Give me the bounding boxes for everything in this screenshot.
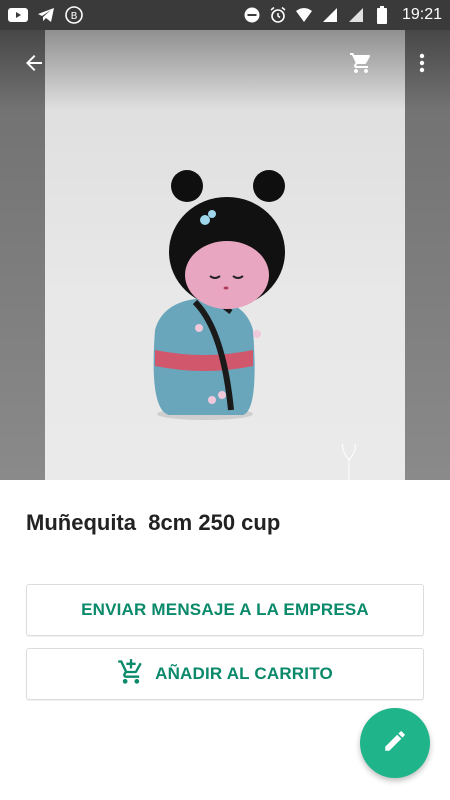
signal-icon — [320, 5, 340, 25]
send-message-label: ENVIAR MENSAJE A LA EMPRESA — [81, 600, 369, 619]
product-image-area — [0, 30, 450, 480]
more-options-button[interactable] — [402, 45, 442, 85]
add-shopping-cart-icon — [117, 658, 145, 691]
status-bar: B 19:21 — [0, 0, 450, 30]
more-vert-icon — [410, 51, 434, 80]
arrow-left-icon — [22, 51, 46, 80]
status-right-icons: 19:21 — [242, 5, 442, 25]
cart-button[interactable] — [341, 45, 381, 85]
edit-fab-button[interactable] — [360, 708, 430, 778]
wifi-icon — [294, 5, 314, 25]
product-title: Muñequita 8cm 250 cup — [26, 510, 281, 535]
pencil-icon — [382, 728, 408, 759]
add-to-cart-button[interactable]: AÑADIR AL CARRITO — [26, 648, 424, 700]
svg-text:B: B — [71, 11, 78, 22]
b-circle-icon: B — [64, 5, 84, 25]
battery-icon — [372, 5, 392, 25]
cart-icon — [349, 51, 373, 80]
add-to-cart-label: AÑADIR AL CARRITO — [155, 664, 333, 683]
status-left-icons: B — [8, 5, 84, 25]
telegram-icon — [36, 5, 56, 25]
signal-icon — [346, 5, 366, 25]
back-button[interactable] — [14, 45, 54, 85]
dnd-icon — [242, 5, 262, 25]
status-time: 19:21 — [401, 6, 442, 23]
youtube-icon — [8, 5, 28, 25]
alarm-icon — [268, 5, 288, 25]
send-message-button[interactable]: ENVIAR MENSAJE A LA EMPRESA — [26, 584, 424, 636]
app-bar-scrim — [0, 30, 450, 110]
